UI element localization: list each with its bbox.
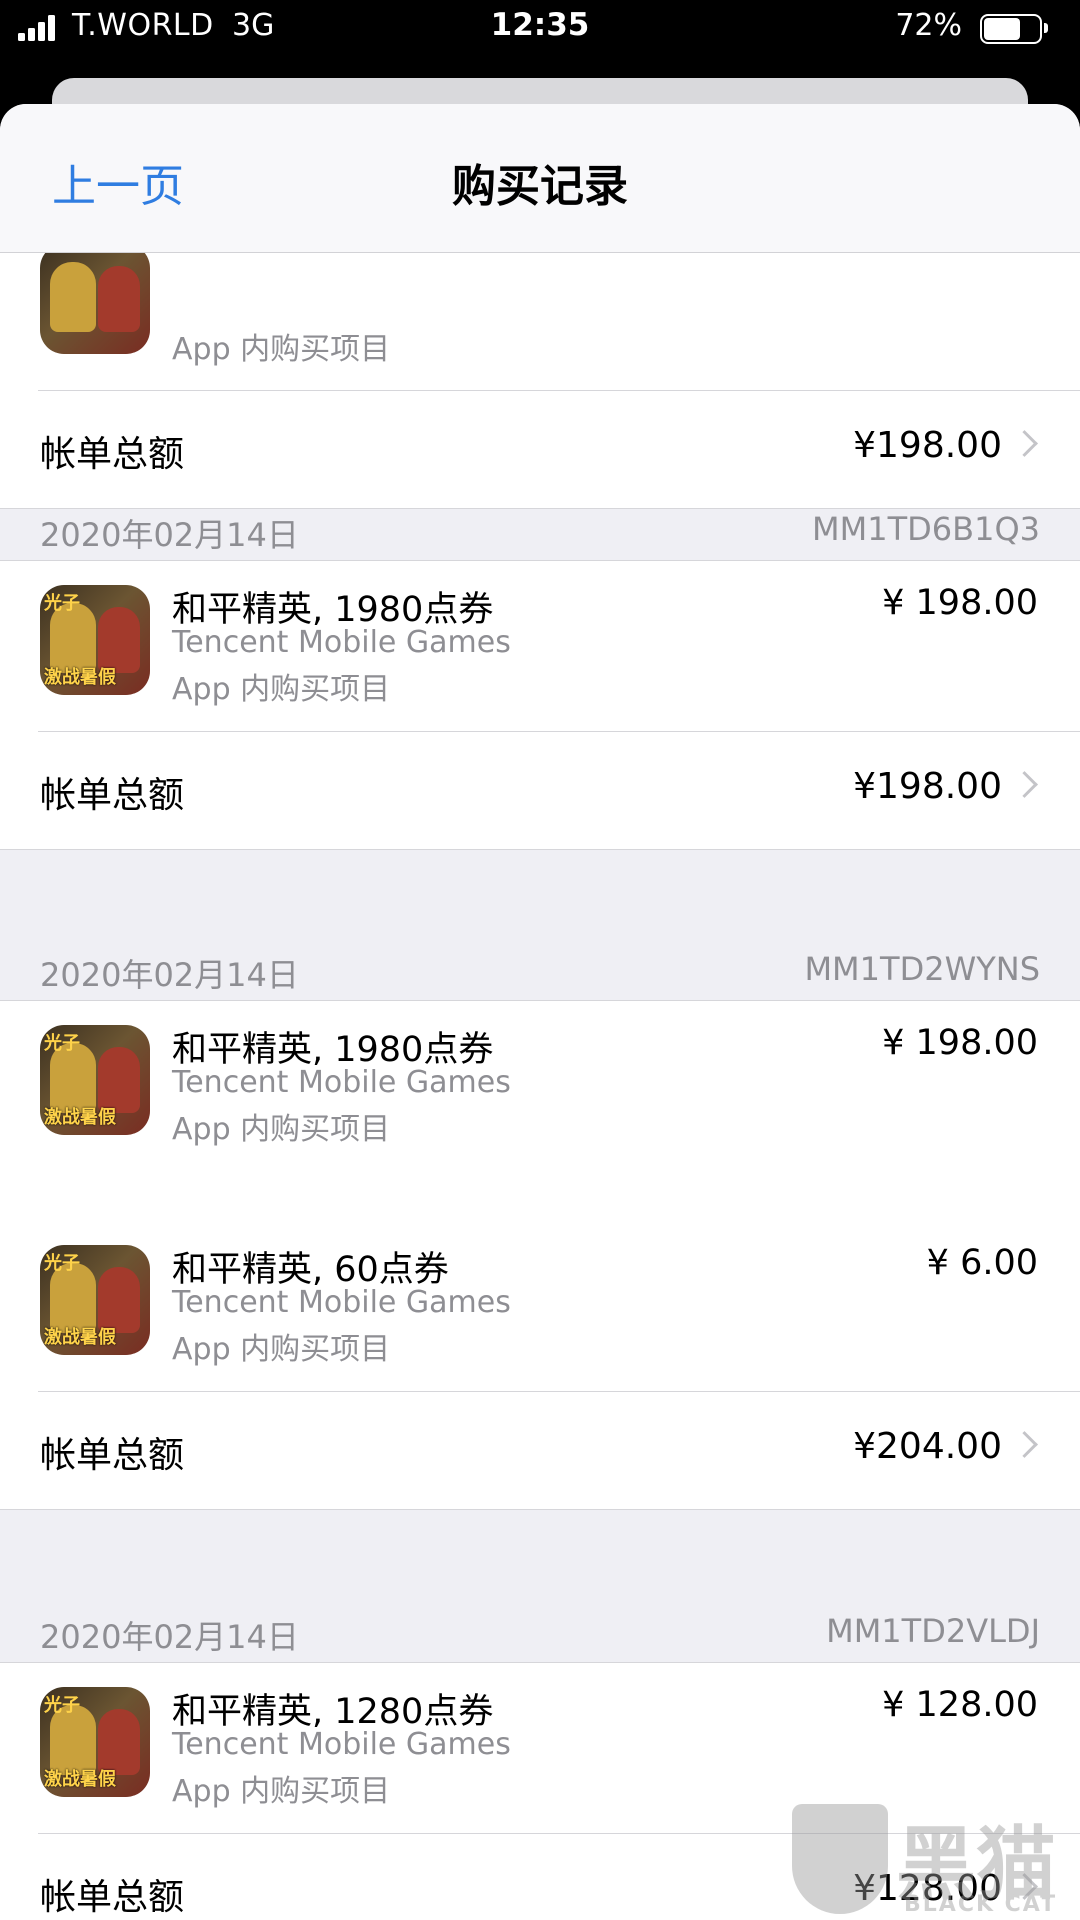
icon-badge: 激战暑假	[44, 1327, 116, 1348]
icon-tag: 光子	[44, 1033, 80, 1054]
purchase-history-sheet: App 内购买项目 帐单总额 ¥198.00 2020年02月14日 MM1TD…	[0, 104, 1080, 1920]
total-amount: ¥198.00	[853, 766, 1002, 807]
item-developer: Tencent Mobile Games	[172, 1727, 511, 1762]
item-type: App 内购买项目	[172, 1774, 391, 1809]
app-icon: 光子 激战暑假	[40, 1687, 150, 1797]
total-label: 帐单总额	[40, 1877, 185, 1918]
item-price: ¥ 128.00	[882, 1685, 1038, 1725]
icon-badge: 激战暑假	[44, 1107, 116, 1128]
order-block: 光子 激战暑假 和平精英, 1980点券 Tencent Mobile Game…	[0, 1000, 1080, 1510]
item-type: App 内购买项目	[172, 332, 391, 367]
chevron-right-icon	[1011, 1431, 1038, 1458]
item-developer: Tencent Mobile Games	[172, 1285, 511, 1320]
order-header: 2020年02月14日 MM1TD6B1Q3	[0, 496, 1080, 560]
total-label: 帐单总额	[40, 775, 185, 816]
list-item[interactable]: 光子 激战暑假 和平精英, 1980点券 Tencent Mobile Game…	[0, 561, 1080, 711]
item-type: App 内购买项目	[172, 672, 391, 707]
order-id: MM1TD6B1Q3	[812, 510, 1040, 548]
app-icon: 光子 激战暑假	[40, 1025, 150, 1135]
list-item[interactable]: 光子 激战暑假 和平精英, 1980点券 Tencent Mobile Game…	[0, 1001, 1080, 1151]
cat-shield-icon	[792, 1804, 888, 1914]
icon-badge: 激战暑假	[44, 667, 116, 688]
total-row[interactable]: 帐单总额 ¥198.00	[0, 731, 1080, 847]
battery-percent: 72%	[895, 8, 962, 43]
order-block: 光子 激战暑假 和平精英, 1980点券 Tencent Mobile Game…	[0, 560, 1080, 850]
total-label: 帐单总额	[40, 1435, 185, 1476]
order-date: 2020年02月14日	[40, 516, 299, 554]
purchase-list[interactable]: App 内购买项目 帐单总额 ¥198.00 2020年02月14日 MM1TD…	[0, 104, 1080, 1920]
app-icon: 光子 激战暑假	[40, 585, 150, 695]
icon-badge: 激战暑假	[44, 1769, 116, 1790]
order-date: 2020年02月14日	[40, 956, 299, 994]
total-row[interactable]: 帐单总额 ¥198.00	[0, 390, 1080, 506]
app-icon: 光子 激战暑假	[40, 1245, 150, 1355]
app-icon	[40, 244, 150, 354]
battery-icon	[980, 14, 1050, 44]
item-developer: Tencent Mobile Games	[172, 625, 511, 660]
chevron-right-icon	[1011, 430, 1038, 457]
item-type: App 内购买项目	[172, 1112, 391, 1147]
icon-tag: 光子	[44, 1253, 80, 1274]
item-developer: Tencent Mobile Games	[172, 1065, 511, 1100]
total-amount: ¥204.00	[853, 1426, 1002, 1467]
total-row[interactable]: 帐单总额 ¥204.00	[0, 1391, 1080, 1507]
watermark-en: BLACK CAT	[904, 1892, 1058, 1917]
total-amount: ¥198.00	[853, 425, 1002, 466]
total-label: 帐单总额	[40, 434, 185, 475]
list-item[interactable]: 光子 激战暑假 和平精英, 1280点券 Tencent Mobile Game…	[0, 1663, 1080, 1813]
watermark-logo: 黑猫 BLACK CAT	[792, 1800, 1072, 1920]
order-header: 2020年02月14日 MM1TD2VLDJ	[0, 1598, 1080, 1662]
order-header: 2020年02月14日 MM1TD2WYNS	[0, 936, 1080, 1000]
order-date: 2020年02月14日	[40, 1618, 299, 1656]
item-price: ¥ 198.00	[882, 583, 1038, 623]
icon-tag: 光子	[44, 1695, 80, 1716]
item-price: ¥ 198.00	[882, 1023, 1038, 1063]
order-id: MM1TD2VLDJ	[826, 1612, 1040, 1650]
list-item[interactable]: 光子 激战暑假 和平精英, 60点券 Tencent Mobile Games …	[0, 1221, 1080, 1371]
icon-tag: 光子	[44, 593, 80, 614]
page-title: 购买记录	[452, 161, 628, 212]
status-bar: T.WORLD 3G 12:35 72%	[0, 0, 1080, 60]
order-id: MM1TD2WYNS	[804, 950, 1040, 988]
chevron-right-icon	[1011, 771, 1038, 798]
navigation-bar: 上一页 购买记录	[0, 104, 1080, 253]
item-price: ¥ 6.00	[926, 1243, 1038, 1283]
item-type: App 内购买项目	[172, 1332, 391, 1367]
